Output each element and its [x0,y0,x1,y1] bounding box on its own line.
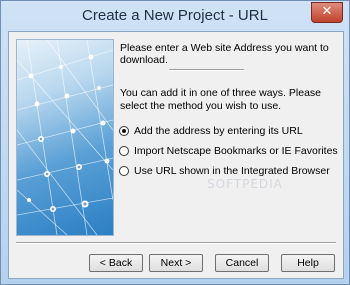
radio-button[interactable] [119,146,129,156]
radio-button[interactable] [119,166,129,176]
title-bar[interactable]: Create a New Project - URL ✕ [1,1,349,31]
window-title: Create a New Project - URL [82,7,268,24]
next-button[interactable]: Next > [149,254,203,272]
network-icon [17,40,113,235]
wizard-window: Create a New Project - URL ✕ Please ente… [0,0,350,285]
cancel-button[interactable]: Cancel [215,254,269,272]
option-import-bookmarks[interactable]: Import Netscape Bookmarks or IE Favorite… [119,144,338,158]
back-button[interactable]: < Back [89,254,143,272]
option-integrated-browser[interactable]: Use URL shown in the Integrated Browser [119,164,330,178]
intro-text: Please enter a Web site Address you want… [120,42,329,66]
method-description: You can add it in one of three ways. Ple… [120,87,321,112]
radio-button-selected[interactable] [119,126,129,136]
divider-long [16,242,336,244]
network-graphic [16,39,114,236]
divider-short [169,69,244,71]
option-label: Add the address by entering its URL [134,125,303,137]
watermark-text: SOFTPEDIA [207,177,283,191]
help-button[interactable]: Help [281,254,335,272]
close-icon: ✕ [321,4,333,19]
option-label: Use URL shown in the Integrated Browser [134,165,330,177]
dialog-body: Please enter a Web site Address you want… [8,31,344,279]
option-label: Import Netscape Bookmarks or IE Favorite… [134,145,338,157]
close-button[interactable]: ✕ [311,2,343,23]
option-enter-url[interactable]: Add the address by entering its URL [119,124,303,138]
